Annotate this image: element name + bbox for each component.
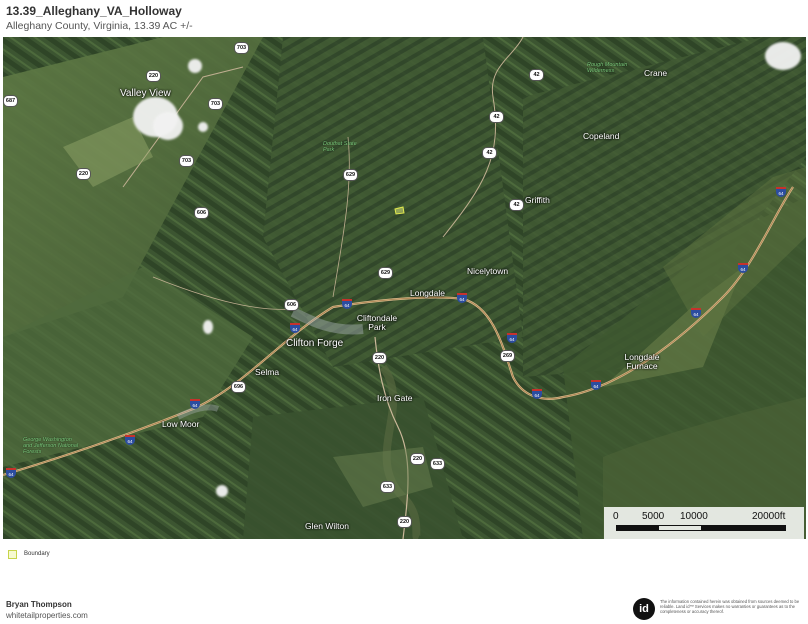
interstate-shield: 64 — [6, 468, 16, 478]
scale-bar: 0 5000 10000 20000ft — [604, 507, 804, 539]
interstate-shield: 64 — [776, 187, 786, 197]
place-label: Cliftondale Park — [356, 313, 398, 332]
route-shield: 606 — [194, 207, 209, 219]
interstate-shield: 64 — [125, 435, 135, 445]
interstate-shield: 64 — [691, 308, 701, 318]
park-label: Douthat State Park — [323, 141, 357, 153]
terrain-layer — [3, 37, 806, 539]
place-label: Selma — [255, 367, 280, 377]
scale-tick: 5000 — [642, 511, 665, 522]
boundary-swatch — [8, 550, 17, 559]
author-name: Bryan Thompson — [6, 600, 72, 609]
route-shield: 220 — [372, 352, 387, 364]
interstate-shield: 64 — [457, 293, 467, 303]
route-shield: 633 — [430, 458, 445, 470]
interstate-shield: 64 — [507, 333, 517, 343]
scale-tick: 10000 — [680, 511, 708, 522]
interstate-shield: 64 — [591, 380, 601, 390]
route-shield: 687 — [3, 95, 18, 107]
place-label: Iron Gate — [377, 393, 413, 403]
route-shield: 269 — [500, 350, 515, 362]
route-shield: 703 — [208, 98, 223, 110]
route-shield: 220 — [397, 516, 412, 528]
place-label: Longdale — [410, 288, 445, 298]
website-link[interactable]: whitetailproperties.com — [6, 611, 88, 620]
place-label: Griffith — [525, 195, 550, 205]
place-label: Glen Wilton — [305, 521, 349, 531]
place-label: Copeland — [583, 131, 620, 141]
scale-tick: 0 — [613, 511, 619, 522]
route-shield: 42 — [529, 69, 544, 81]
scale-bar-graphic — [616, 525, 786, 531]
route-shield: 633 — [380, 481, 395, 493]
satellite-map[interactable]: Valley View Crane Copeland Griffith Nice… — [3, 37, 806, 539]
route-shield: 42 — [482, 147, 497, 159]
scale-tick: 20000ft — [752, 511, 786, 522]
route-shield: 220 — [146, 70, 161, 82]
interstate-shield: 64 — [190, 399, 200, 409]
place-label: Low Moor — [162, 419, 200, 429]
place-label: Crane — [644, 68, 668, 78]
route-shield: 220 — [410, 453, 425, 465]
route-shield: 696 — [231, 381, 246, 393]
route-shield: 606 — [284, 299, 299, 311]
place-label: Clifton Forge — [286, 338, 344, 349]
interstate-shield: 64 — [290, 323, 300, 333]
interstate-shield: 64 — [342, 299, 352, 309]
landid-logo: id — [633, 598, 655, 620]
route-shield: 629 — [343, 169, 358, 181]
route-shield: 629 — [378, 267, 393, 279]
map-subtitle: Alleghany County, Virginia, 13.39 AC +/- — [6, 20, 193, 32]
route-shield: 703 — [179, 155, 194, 167]
park-label: George Washington and Jefferson National… — [23, 437, 79, 455]
place-label: Longdale Furnace — [624, 352, 660, 371]
route-shield: 42 — [509, 199, 524, 211]
interstate-shield: 64 — [532, 389, 542, 399]
place-label: Nicelytown — [467, 266, 509, 276]
place-label: Valley View — [120, 88, 171, 99]
park-label: Rough Mountain Wilderness — [587, 62, 628, 74]
route-shield: 220 — [76, 168, 91, 180]
legend-label: Boundary — [24, 551, 50, 557]
route-shield: 703 — [234, 42, 249, 54]
map-title: 13.39_Alleghany_VA_Holloway — [6, 4, 182, 18]
interstate-shield: 64 — [738, 263, 748, 273]
route-shield: 42 — [489, 111, 504, 123]
disclaimer-text: The information contained herein was obt… — [660, 599, 800, 615]
